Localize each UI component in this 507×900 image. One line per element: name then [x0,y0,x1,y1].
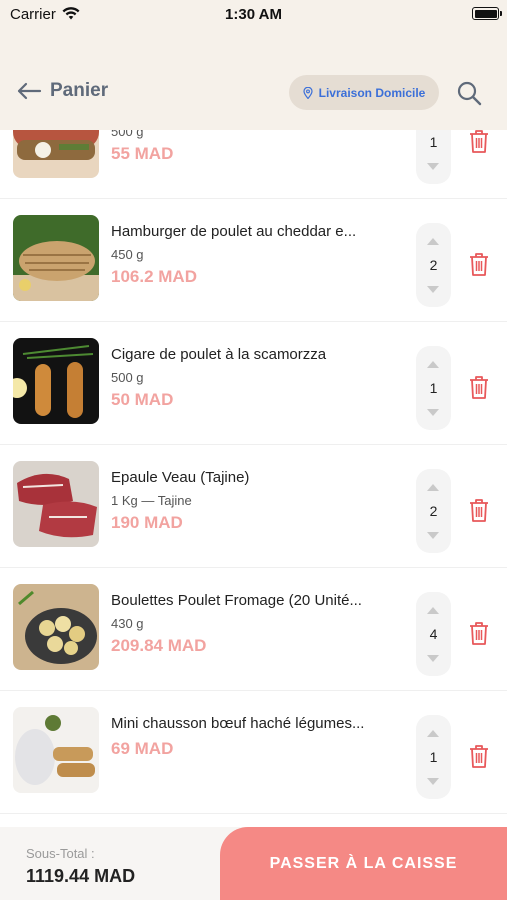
checkout-button[interactable]: PASSER À LA CAISSE [220,827,507,900]
quantity-value: 1 [429,134,438,150]
chevron-down-icon[interactable] [427,163,439,170]
chevron-up-icon[interactable] [427,730,439,737]
cart-item: Boulettes Poulet Fromage (20 Unité... 43… [0,568,507,691]
chevron-up-icon[interactable] [427,607,439,614]
item-weight: 430 g [111,616,144,631]
item-price: 106.2 MAD [111,267,197,286]
chevron-up-icon[interactable] [427,484,439,491]
chevron-down-icon[interactable] [427,409,439,416]
item-price: 190 MAD [111,513,183,532]
quantity-stepper: 1 [416,346,451,430]
item-weight: 500 g [111,370,144,385]
product-image [13,584,99,670]
product-image [13,461,99,547]
quantity-stepper: 4 [416,592,451,676]
cart-item: Cigare de poulet à la scamorzza 500 g 50… [0,322,507,445]
cart-item: 500 g 55 MAD 1 [0,130,507,199]
delivery-mode-button[interactable]: Livraison Domicile [289,75,439,110]
quantity-value: 2 [429,503,438,519]
item-name: Hamburger de poulet au cheddar e... [111,223,357,240]
item-name: Mini chausson bœuf haché légumes... [111,715,365,732]
item-price: 55 MAD [111,144,174,163]
trash-icon[interactable] [468,620,490,646]
search-icon[interactable] [456,80,482,106]
trash-icon[interactable] [468,743,490,769]
item-price: 209.84 MAD [111,636,207,655]
trash-icon[interactable] [468,251,490,277]
battery-icon [472,7,502,20]
item-price: 50 MAD [111,390,174,409]
quantity-value: 2 [429,257,438,273]
item-price: 69 MAD [111,739,174,758]
quantity-stepper: 1 [416,130,451,184]
quantity-value: 1 [429,749,438,765]
product-image [13,130,99,178]
quantity-stepper: 2 [416,469,451,553]
cart-item: Epaule Veau (Tajine) 1 Kg — Tajine 190 M… [0,445,507,568]
header: Carrier 1:30 AM Panier Livraison Domicil… [0,0,507,130]
back-button[interactable]: Panier [16,80,108,102]
subtotal-label: Sous-Total : [26,846,95,861]
item-weight: 450 g [111,247,144,262]
quantity-value: 4 [429,626,438,642]
chevron-up-icon[interactable] [427,238,439,245]
trash-icon[interactable] [468,130,490,154]
item-name: Cigare de poulet à la scamorzza [111,346,327,363]
subtotal-value: 1119.44 MAD [26,866,136,886]
trash-icon[interactable] [468,497,490,523]
quantity-value: 1 [429,380,438,396]
item-weight: 1 Kg — Tajine [111,493,192,508]
checkout-label: PASSER À LA CAISSE [269,854,458,872]
back-arrow-icon [17,82,42,100]
trash-icon[interactable] [468,374,490,400]
item-name: Boulettes Poulet Fromage (20 Unité... [111,592,362,609]
chevron-up-icon[interactable] [427,361,439,368]
delivery-mode-label: Livraison Domicile [318,85,426,100]
chevron-down-icon[interactable] [427,286,439,293]
status-bar: Carrier 1:30 AM [0,0,507,30]
clock: 1:30 AM [225,6,282,23]
product-image [13,707,99,793]
cart-list[interactable]: 500 g 55 MAD 1 Hamburger de poulet au ch… [0,130,507,827]
cart-item: Hamburger de poulet au cheddar e... 450 … [0,199,507,322]
item-weight: 500 g [111,130,144,139]
nav-bar: Panier Livraison Domicile [0,66,507,120]
cart-item: Mini chausson bœuf haché légumes... 69 M… [0,691,507,814]
product-image [13,215,99,301]
item-name: Epaule Veau (Tajine) [111,469,250,486]
chevron-down-icon[interactable] [427,532,439,539]
chevron-down-icon[interactable] [427,778,439,785]
chevron-down-icon[interactable] [427,655,439,662]
page-title: Panier [50,80,109,101]
product-image [13,338,99,424]
checkout-footer: Sous-Total : 1119.44 MAD PASSER À LA CAI… [0,827,507,900]
quantity-stepper: 2 [416,223,451,307]
location-pin-icon [303,86,313,99]
quantity-stepper: 1 [416,715,451,799]
